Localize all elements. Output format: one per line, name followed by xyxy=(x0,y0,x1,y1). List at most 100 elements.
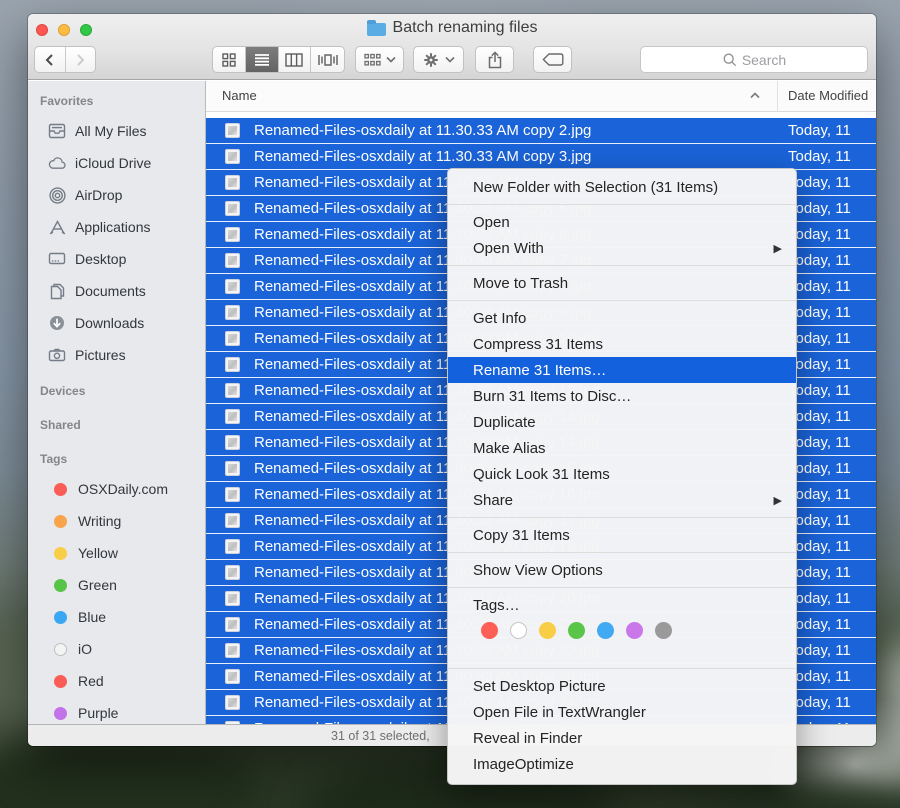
menu-tag-dot[interactable] xyxy=(597,622,614,639)
menu-separator xyxy=(448,552,796,553)
back-icon xyxy=(44,53,56,67)
file-row[interactable]: Renamed-Files-osxdaily at 11.30.33 AM co… xyxy=(206,144,876,170)
airdrop-icon xyxy=(48,186,66,204)
coverflow-view-icon xyxy=(318,53,338,67)
sidebar-item-applications[interactable]: Applications xyxy=(28,211,205,243)
image-file-icon xyxy=(225,331,240,346)
menu-item-compress-31-items[interactable]: Compress 31 Items xyxy=(448,331,796,357)
menu-tag-dot[interactable] xyxy=(568,622,585,639)
sidebar-item-label: Desktop xyxy=(75,251,126,267)
menu-tag-color-row xyxy=(448,618,796,664)
menu-item-open[interactable]: Open xyxy=(448,209,796,235)
file-date-modified: Today, 11 xyxy=(788,538,851,555)
file-row[interactable]: Renamed-Files-osxdaily at 11.30.33 AM co… xyxy=(206,118,876,144)
sidebar-item-downloads[interactable]: Downloads xyxy=(28,307,205,339)
sidebar-item-purple[interactable]: Purple xyxy=(28,697,205,724)
sidebar-item-red[interactable]: Red xyxy=(28,665,205,697)
menu-item-duplicate[interactable]: Duplicate xyxy=(448,409,796,435)
menu-item-move-to-trash[interactable]: Move to Trash xyxy=(448,270,796,296)
file-date-modified: Today, 11 xyxy=(788,512,851,529)
menu-separator xyxy=(448,668,796,669)
menu-item-rename-31-items[interactable]: Rename 31 Items… xyxy=(448,357,796,383)
image-file-icon xyxy=(225,253,240,268)
arrange-icon xyxy=(364,53,381,67)
sidebar-item-green[interactable]: Green xyxy=(28,569,205,601)
menu-item-copy-31-items[interactable]: Copy 31 Items xyxy=(448,522,796,548)
action-popup-button[interactable] xyxy=(413,46,464,73)
menu-tag-dot[interactable] xyxy=(655,622,672,639)
menu-item-tags[interactable]: Tags… xyxy=(448,592,796,618)
column-view-button[interactable] xyxy=(279,47,312,72)
menu-tag-dot[interactable] xyxy=(539,622,556,639)
forward-button[interactable] xyxy=(65,47,95,72)
image-file-icon xyxy=(225,409,240,424)
column-name[interactable]: Name xyxy=(222,88,257,103)
window-title: Batch renaming files xyxy=(393,19,538,37)
sidebar-item-yellow[interactable]: Yellow xyxy=(28,537,205,569)
submenu-arrow-icon: ▶ xyxy=(774,494,782,507)
file-date-modified: Today, 11 xyxy=(788,200,851,217)
coverflow-view-button[interactable] xyxy=(311,47,344,72)
menu-tag-dot[interactable] xyxy=(481,622,498,639)
column-date-modified[interactable]: Date Modified xyxy=(788,88,868,103)
forward-icon xyxy=(74,53,86,67)
icon-view-button[interactable] xyxy=(213,47,246,72)
menu-item-open-file-in-textwrangler[interactable]: Open File in TextWrangler xyxy=(448,699,796,725)
sidebar-item-label: Writing xyxy=(78,513,121,529)
arrange-popup-button[interactable] xyxy=(355,46,404,73)
image-file-icon xyxy=(225,513,240,528)
desktop-icon xyxy=(48,250,66,268)
sidebar-item-label: Documents xyxy=(75,283,146,299)
menu-item-new-folder-with-selection-31-items[interactable]: New Folder with Selection (31 Items) xyxy=(448,174,796,200)
sidebar-item-icloud-drive[interactable]: iCloud Drive xyxy=(28,147,205,179)
menu-item-quick-look-31-items[interactable]: Quick Look 31 Items xyxy=(448,461,796,487)
sort-ascending-icon xyxy=(750,92,760,99)
menu-item-show-view-options[interactable]: Show View Options xyxy=(448,557,796,583)
menu-item-reveal-in-finder[interactable]: Reveal in Finder xyxy=(448,725,796,751)
file-date-modified: Today, 11 xyxy=(788,382,851,399)
sidebar-item-all-my-files[interactable]: All My Files xyxy=(28,115,205,147)
sidebar-item-writing[interactable]: Writing xyxy=(28,505,205,537)
menu-item-burn-31-items-to-disc[interactable]: Burn 31 Items to Disc… xyxy=(448,383,796,409)
sidebar-section-favorites: Favorites xyxy=(28,87,205,115)
image-file-icon xyxy=(225,461,240,476)
list-column-header[interactable]: Name Date Modified xyxy=(206,81,876,112)
menu-item-make-alias[interactable]: Make Alias xyxy=(448,435,796,461)
sidebar-item-label: Pictures xyxy=(75,347,126,363)
titlebar[interactable]: Batch renaming files xyxy=(28,14,876,42)
sidebar-item-label: Green xyxy=(78,577,117,593)
image-file-icon xyxy=(225,305,240,320)
menu-tag-dot[interactable] xyxy=(510,622,527,639)
toolbar: Search xyxy=(28,42,876,80)
file-date-modified: Today, 11 xyxy=(788,460,851,477)
list-view-button[interactable] xyxy=(246,47,279,72)
sidebar-item-documents[interactable]: Documents xyxy=(28,275,205,307)
menu-item-imageoptimize[interactable]: ImageOptimize xyxy=(448,751,796,777)
tag-color-dot xyxy=(54,643,67,656)
sidebar-item-label: Applications xyxy=(75,219,151,235)
menu-item-share[interactable]: Share▶ xyxy=(448,487,796,513)
selection-count: 31 of 31 selected, xyxy=(331,729,430,743)
sidebar-item-osxdaily-com[interactable]: OSXDaily.com xyxy=(28,473,205,505)
menu-item-set-desktop-picture[interactable]: Set Desktop Picture xyxy=(448,673,796,699)
sidebar-item-desktop[interactable]: Desktop xyxy=(28,243,205,275)
search-input[interactable]: Search xyxy=(640,46,868,73)
view-mode-segmented-control xyxy=(212,46,345,73)
sidebar-item-io[interactable]: iO xyxy=(28,633,205,665)
sidebar-item-pictures[interactable]: Pictures xyxy=(28,339,205,371)
menu-tag-dot[interactable] xyxy=(626,622,643,639)
window-chrome: Batch renaming files xyxy=(28,14,876,80)
column-divider[interactable] xyxy=(777,81,778,112)
back-button[interactable] xyxy=(35,47,65,72)
file-date-modified: Today, 11 xyxy=(788,304,851,321)
file-date-modified: Today, 11 xyxy=(788,148,851,165)
menu-item-open-with[interactable]: Open With▶ xyxy=(448,235,796,261)
menu-item-get-info[interactable]: Get Info xyxy=(448,305,796,331)
icloud-drive-icon xyxy=(48,154,66,172)
share-button[interactable] xyxy=(475,46,514,73)
file-date-modified: Today, 11 xyxy=(788,174,851,191)
image-file-icon xyxy=(225,123,240,138)
sidebar-item-airdrop[interactable]: AirDrop xyxy=(28,179,205,211)
tag-button[interactable] xyxy=(533,46,572,73)
sidebar-item-blue[interactable]: Blue xyxy=(28,601,205,633)
